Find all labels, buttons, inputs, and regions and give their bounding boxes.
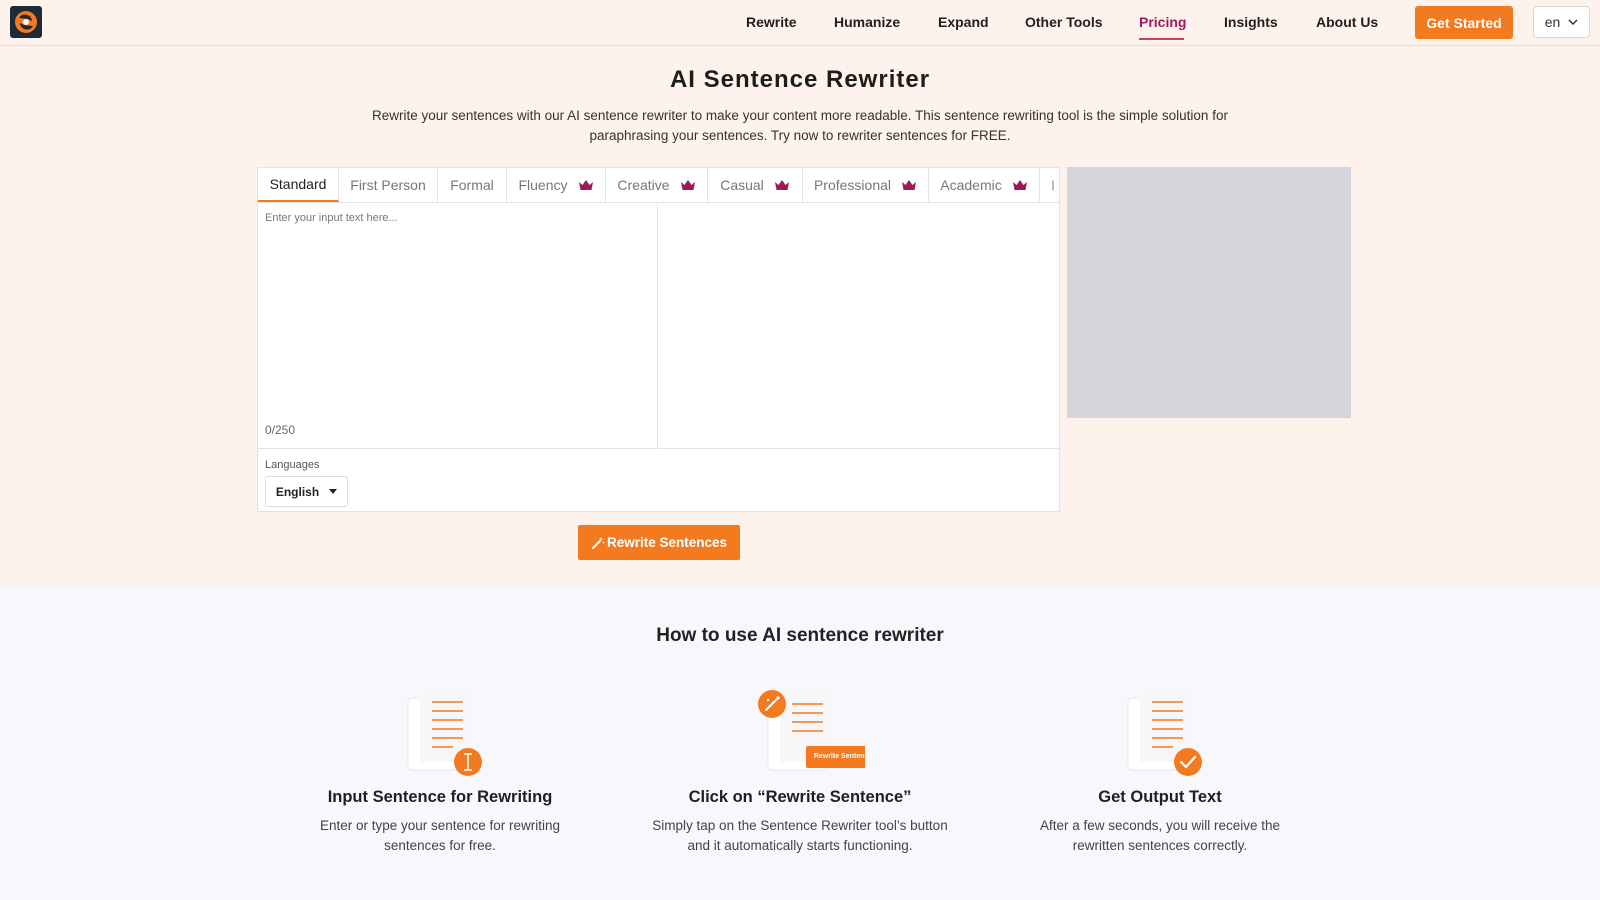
crown-icon	[1012, 180, 1027, 190]
language-code: en	[1544, 14, 1561, 30]
step-title: Input Sentence for Rewriting	[327, 788, 553, 806]
logo-icon[interactable]	[10, 6, 42, 38]
top-navbar: Rewrite Humanize Expand Other Tools Pric…	[0, 0, 1600, 46]
rewrite-sentence-badge: Rewrite Sentence	[813, 753, 873, 760]
language-dropdown[interactable]: English	[265, 476, 348, 507]
hero-section: AI Sentence Rewriter Rewrite your senten…	[0, 46, 1600, 586]
tab-label: Fluency	[518, 177, 568, 193]
tab-label: Professional	[813, 177, 892, 193]
tab-casual[interactable]: Casual	[708, 168, 803, 202]
step-desc-line: Enter or type your sentence for rewritin…	[319, 818, 561, 833]
nav-link-pricing[interactable]: Pricing	[1139, 14, 1186, 30]
document-check-icon	[1095, 690, 1225, 790]
step-title: Click on “Rewrite Sentence”	[688, 788, 912, 806]
language-selector[interactable]: en	[1533, 6, 1590, 38]
tab-label: Casual	[720, 177, 764, 193]
tab-overflow[interactable]: I	[1040, 168, 1059, 202]
step-desc-line: Simply tap on the Sentence Rewriter tool…	[652, 818, 948, 833]
tab-creative[interactable]: Creative	[606, 168, 708, 202]
output-pane[interactable]	[659, 204, 1059, 449]
step-description: After a few seconds, you will receive th…	[1030, 816, 1290, 856]
input-textarea[interactable]	[258, 204, 657, 414]
magic-wand-icon	[591, 536, 605, 549]
howto-step-3: Get Output Text After a few seconds, you…	[990, 690, 1330, 853]
caret-down-icon	[329, 489, 338, 494]
step-desc-line: rewritten sentences correctly.	[1072, 838, 1248, 853]
crown-icon	[578, 180, 593, 190]
step-desc-line: sentences for free.	[384, 838, 496, 853]
chevron-down-icon	[1568, 19, 1578, 25]
language-dropdown-value: English	[275, 484, 320, 499]
ad-placeholder	[1067, 167, 1351, 418]
languages-label: Languages	[265, 459, 320, 471]
tab-label: Academic	[940, 177, 1002, 193]
howto-title: How to use AI sentence rewriter	[656, 625, 944, 646]
tab-formal[interactable]: Formal	[438, 168, 507, 202]
page-title: AI Sentence Rewriter	[669, 66, 931, 93]
howto-step-1: Input Sentence for Rewriting Enter or ty…	[270, 690, 610, 853]
description-line-2: paraphrasing your sentences. Try now to …	[589, 128, 1011, 143]
active-nav-indicator	[1139, 38, 1184, 40]
nav-link-humanize[interactable]: Humanize	[834, 14, 900, 30]
tab-label: Creative	[617, 177, 670, 193]
mode-tabs: Standard First Person Formal Fluency Cre…	[258, 168, 1059, 203]
nav-link-other-tools[interactable]: Other Tools	[1025, 14, 1103, 30]
page-description: Rewrite your sentences with our AI sente…	[370, 106, 1230, 146]
crown-icon	[902, 180, 917, 190]
crown-icon	[774, 180, 789, 190]
tab-standard[interactable]: Standard	[258, 168, 339, 202]
tab-professional[interactable]: Professional	[803, 168, 929, 202]
nav-link-about-us[interactable]: About Us	[1316, 14, 1378, 30]
document-input-icon	[375, 690, 505, 790]
step-description: Enter or type your sentence for rewritin…	[310, 816, 570, 856]
character-counter: 0/250	[265, 423, 296, 437]
rewrite-sentences-button[interactable]: Rewrite Sentences	[578, 525, 740, 560]
step-description: Simply tap on the Sentence Rewriter tool…	[650, 816, 950, 856]
tab-first-person[interactable]: First Person	[339, 168, 438, 202]
nav-link-expand[interactable]: Expand	[938, 14, 989, 30]
step-title: Get Output Text	[1098, 788, 1222, 806]
nav-link-insights[interactable]: Insights	[1224, 14, 1278, 30]
nav-link-rewrite[interactable]: Rewrite	[746, 14, 797, 30]
document-click-icon: Rewrite Sentence	[735, 690, 880, 790]
get-started-button[interactable]: Get Started	[1415, 6, 1513, 39]
tab-fluency[interactable]: Fluency	[507, 168, 606, 202]
crown-icon	[680, 180, 695, 190]
description-line-1: Rewrite your sentences with our AI sente…	[372, 108, 1228, 123]
tab-academic[interactable]: Academic	[929, 168, 1040, 202]
rewrite-button-label: Rewrite Sentences	[606, 535, 728, 550]
step-desc-line: and it automatically starts functioning.	[687, 838, 913, 853]
tab-label: Formal	[450, 177, 494, 193]
step-desc-line: After a few seconds, you will receive th…	[1039, 818, 1281, 833]
howto-step-2: Rewrite Sentence Click on “Rewrite Sente…	[630, 690, 970, 853]
input-pane: 0/250	[258, 204, 658, 449]
tab-label: First Person	[350, 177, 426, 193]
rewriter-tool: Standard First Person Formal Fluency Cre…	[257, 167, 1060, 512]
tab-label: Standard	[269, 176, 327, 192]
